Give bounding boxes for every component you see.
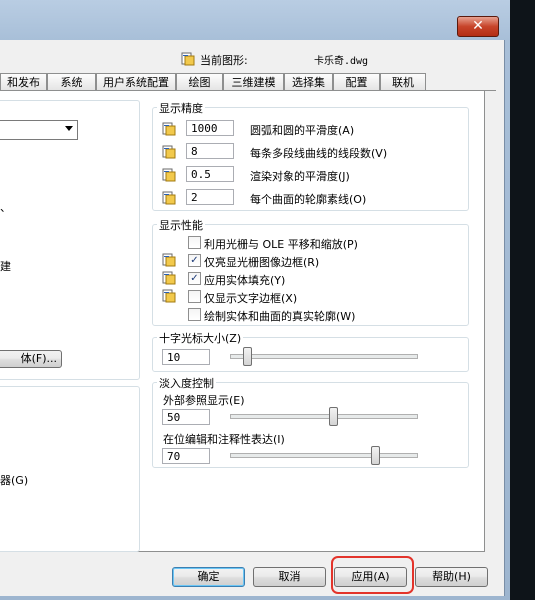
contour-lines-label: 每个曲面的轮廓素线(O) [250, 193, 367, 206]
apply-highlight-annotation [331, 556, 414, 594]
drawing-setting-icon [162, 168, 176, 182]
inplace-slider-thumb[interactable] [370, 446, 380, 465]
inplace-fade-input[interactable]: 70 [162, 448, 210, 464]
tab-publish[interactable]: 和发布 [0, 73, 47, 91]
text-frame-label: 仅显示文字边框(X) [204, 292, 298, 305]
display-performance-title: 显示性能 [157, 217, 205, 233]
drawing-setting-icon [162, 271, 176, 285]
text-frame-checkbox[interactable] [188, 290, 201, 303]
raster-ole-pan-checkbox[interactable] [188, 236, 201, 249]
drawing-setting-icon [162, 191, 176, 205]
help-button[interactable]: 帮助(H) [415, 567, 488, 587]
polyline-segments-input[interactable]: 8 [186, 143, 234, 159]
cancel-button[interactable]: 取消 [253, 567, 326, 587]
contour-lines-input[interactable]: 2 [186, 189, 234, 205]
fade-control-title: 淡入度控制 [157, 375, 216, 391]
drawing-setting-icon [162, 253, 176, 267]
arc-smoothness-label: 圆弧和圆的平滑度(A) [250, 124, 355, 137]
solid-fill-label: 应用实体填充(Y) [204, 274, 286, 287]
xref-fade-label: 外部参照显示(E) [163, 394, 245, 407]
tab-system[interactable]: 系统 [47, 73, 96, 91]
chevron-down-icon [65, 126, 73, 131]
xref-slider-thumb[interactable] [329, 407, 339, 426]
tab-3d-modeling[interactable]: 三维建模 [223, 73, 284, 91]
tab-drafting[interactable]: 绘图 [176, 73, 223, 91]
left-settings-group [0, 100, 140, 380]
drawing-file-icon [181, 52, 195, 66]
tab-profiles[interactable]: 配置 [333, 73, 380, 91]
display-resolution-title: 显示精度 [157, 100, 205, 116]
tab-selection[interactable]: 选择集 [284, 73, 333, 91]
raster-frame-checkbox[interactable]: ✓ [188, 254, 201, 267]
true-silhouettes-label: 绘制实体和曲面的真实轮廓(W) [204, 310, 356, 323]
raster-frame-label: 仅亮显光栅图像边框(R) [204, 256, 320, 269]
xref-fade-input[interactable]: 50 [162, 409, 210, 425]
close-icon[interactable]: ✕ [457, 16, 499, 37]
true-silhouettes-checkbox[interactable] [188, 308, 201, 321]
drawing-setting-icon [162, 145, 176, 159]
tab-online[interactable]: 联机 [380, 73, 426, 91]
render-smoothness-input[interactable]: 0.5 [186, 166, 234, 182]
tab-user-preferences[interactable]: 用户系统配置 [96, 73, 176, 91]
left-partial-text-1: 、 [0, 201, 11, 214]
drawing-setting-icon [162, 289, 176, 303]
crosshair-title: 十字光标大小(Z) [157, 330, 244, 346]
left-partial-text-3: 器(G) [0, 474, 29, 487]
xref-slider-track [230, 414, 418, 419]
crosshair-slider-thumb[interactable] [242, 347, 252, 366]
inplace-fade-label: 在位编辑和注释性表达(I) [163, 433, 285, 446]
inplace-slider-track [230, 453, 418, 458]
arc-smoothness-input[interactable]: 1000 [186, 120, 234, 136]
drawing-setting-icon [162, 122, 176, 136]
left-lower-group [0, 386, 140, 552]
crosshair-slider-track [230, 354, 418, 359]
ok-button[interactable]: 确定 [172, 567, 245, 587]
current-drawing-file: 卡乐奇.dwg [314, 56, 369, 67]
solid-fill-checkbox[interactable]: ✓ [188, 272, 201, 285]
raster-ole-pan-label: 利用光栅与 OLE 平移和缩放(P) [204, 238, 358, 251]
render-smoothness-label: 渲染对象的平滑度(J) [250, 170, 350, 183]
font-button[interactable]: 体(F)... [0, 350, 62, 368]
polyline-segments-label: 每条多段线曲线的线段数(V) [250, 147, 388, 160]
left-partial-text-2: 建 [0, 260, 11, 273]
current-drawing-label: 当前图形: [200, 54, 248, 67]
crosshair-size-input[interactable]: 10 [162, 349, 210, 365]
